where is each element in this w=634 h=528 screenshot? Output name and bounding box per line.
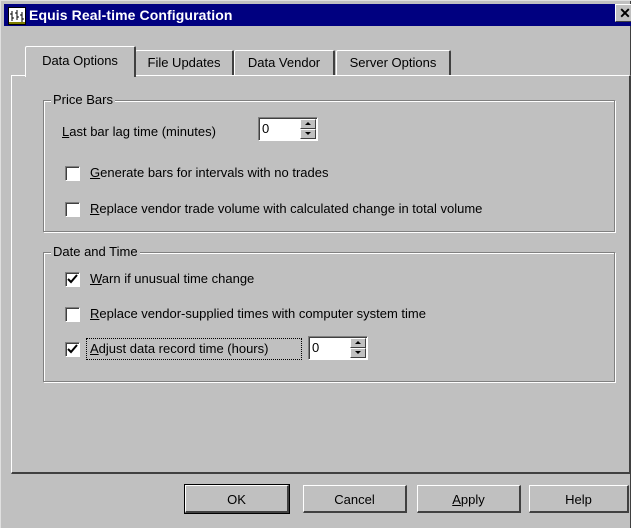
ok-button[interactable]: OK — [184, 484, 290, 514]
equis-chart-icon — [8, 7, 26, 25]
tab-server-options[interactable]: Server Options — [336, 50, 451, 75]
price-bars-title: Price Bars — [51, 92, 115, 108]
adjust-time-value: 0 — [312, 340, 320, 355]
tab-label: Server Options — [349, 55, 437, 70]
apply-button[interactable]: Apply — [417, 485, 521, 513]
tab-data-vendor[interactable]: Data Vendor — [234, 50, 335, 75]
generate-bars-checkbox[interactable] — [65, 166, 80, 181]
warn-time-change-label[interactable]: Warn if unusual time change — [90, 271, 254, 287]
spin-up-arrow-icon[interactable] — [300, 119, 316, 129]
price-bars-group: Price Bars Last bar lag time (minutes) 0… — [43, 92, 615, 232]
help-button[interactable]: Help — [529, 485, 629, 513]
lag-time-label: Last bar lag time (minutes) — [62, 124, 216, 139]
replace-times-label[interactable]: Replace vendor-supplied times with compu… — [90, 306, 426, 322]
tab-label: File Updates — [147, 55, 221, 70]
adjust-time-spin-buttons — [350, 338, 366, 358]
generate-bars-label[interactable]: Generate bars for intervals with no trad… — [90, 165, 328, 181]
tab-panel-data-options: Price Bars Last bar lag time (minutes) 0… — [11, 75, 631, 474]
lag-time-value: 0 — [262, 121, 270, 136]
replace-volume-label[interactable]: Replace vendor trade volume with calcula… — [90, 201, 482, 217]
checkmark-icon — [67, 344, 78, 354]
tab-data-options[interactable]: Data Options — [25, 46, 136, 77]
spin-up-arrow-icon[interactable] — [350, 338, 366, 348]
title-bar[interactable]: Equis Real-time Configuration — [4, 4, 631, 26]
checkmark-icon — [67, 274, 78, 284]
window-title: Equis Real-time Configuration — [29, 7, 233, 23]
replace-times-checkbox[interactable] — [65, 307, 80, 322]
adjust-time-stepper[interactable]: 0 — [308, 336, 368, 360]
config-dialog: Equis Real-time Configuration ✕ Data Opt… — [0, 0, 631, 528]
tab-label: Data Options — [42, 53, 118, 68]
close-icon: ✕ — [619, 5, 631, 21]
date-time-group: Date and Time Warn if unusual time chang… — [43, 244, 615, 382]
cancel-button[interactable]: Cancel — [303, 485, 407, 513]
spin-down-arrow-icon[interactable] — [300, 129, 316, 139]
lag-time-spin-buttons — [300, 119, 316, 139]
close-button[interactable]: ✕ — [615, 4, 631, 22]
warn-time-change-checkbox[interactable] — [65, 272, 80, 287]
apply-label-rest: pply — [460, 492, 485, 507]
adjust-time-label[interactable]: Adjust data record time (hours) — [90, 341, 268, 357]
replace-volume-checkbox[interactable] — [65, 202, 80, 217]
tab-file-updates[interactable]: File Updates — [135, 50, 234, 75]
tab-label: Data Vendor — [247, 55, 321, 70]
lag-time-stepper[interactable]: 0 — [258, 117, 318, 141]
spin-down-arrow-icon[interactable] — [350, 348, 366, 358]
lag-time-label-rest: ast bar lag time (minutes) — [69, 124, 216, 139]
date-time-title: Date and Time — [51, 244, 140, 260]
adjust-time-checkbox[interactable] — [65, 342, 80, 357]
